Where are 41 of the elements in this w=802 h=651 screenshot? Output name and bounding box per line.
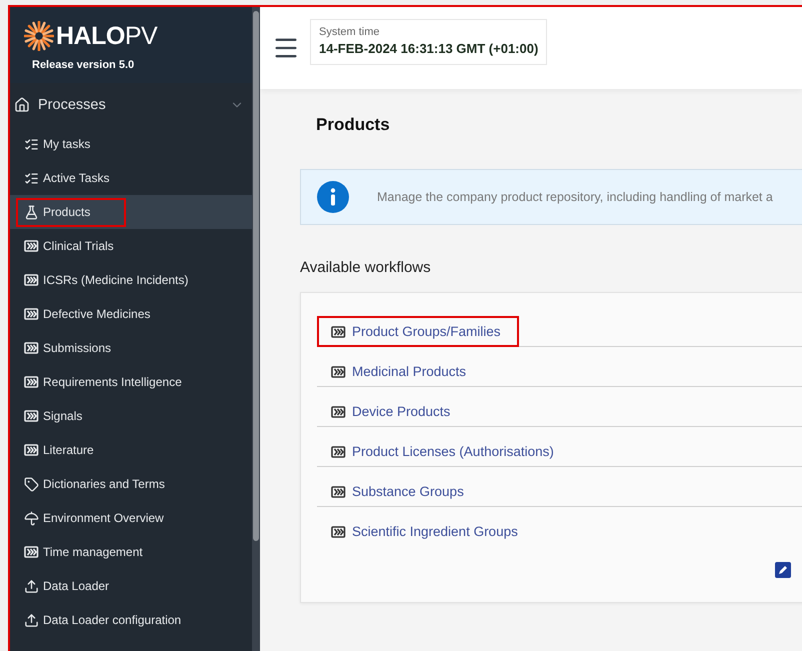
logo-text: HALOPV: [56, 22, 158, 50]
workflow-link[interactable]: Scientific Ingredient Groups: [317, 516, 536, 547]
checklist-icon: [24, 170, 39, 186]
section-heading: Available workflows: [300, 259, 432, 276]
workflow-link[interactable]: Device Products: [317, 396, 468, 427]
chevrons-icon: [331, 326, 346, 338]
chevrons-icon: [331, 486, 346, 498]
chevrons-icon: [24, 308, 39, 320]
workflow-link[interactable]: Medicinal Products: [317, 356, 484, 387]
edit-icon[interactable]: [775, 562, 791, 578]
chevrons-icon: [331, 526, 346, 538]
chevrons-icon: [24, 274, 39, 286]
chevrons-icon: [24, 410, 39, 422]
logo-icon: [24, 21, 54, 51]
home-icon: [14, 97, 30, 113]
sidebar-item[interactable]: Products: [10, 195, 252, 229]
umbrella-icon: [24, 510, 39, 526]
workflow-link[interactable]: Product Groups/Families: [317, 316, 519, 347]
chevrons-icon: [331, 406, 346, 418]
scrollbar-thumb[interactable]: [253, 11, 259, 541]
chevrons-icon: [331, 446, 346, 458]
workflow-link[interactable]: Substance Groups: [317, 476, 482, 507]
chevrons-icon: [24, 240, 39, 252]
upload-icon: [24, 578, 39, 594]
info-icon: [317, 181, 349, 213]
workflow-link[interactable]: Product Licenses (Authorisations): [317, 436, 572, 467]
system-time-value: 14-FEB-2024 16:31:13 GMT (+01:00): [319, 41, 538, 56]
flask-icon: [24, 204, 39, 220]
chevrons-icon: [331, 366, 346, 378]
page-title: Products: [316, 115, 391, 135]
info-text: Manage the company product repository, including handling of market a: [377, 190, 773, 204]
upload-icon: [24, 612, 39, 628]
chevrons-icon: [24, 376, 39, 388]
chevrons-icon: [24, 342, 39, 354]
tag-icon: [24, 476, 39, 492]
section-label[interactable]: Processes: [38, 97, 222, 113]
system-time-label: System time: [319, 26, 381, 38]
chevrons-icon: [24, 546, 39, 558]
chevrons-icon: [24, 444, 39, 456]
release-version: Release version 5.0: [31, 59, 136, 71]
checklist-icon: [24, 136, 39, 152]
